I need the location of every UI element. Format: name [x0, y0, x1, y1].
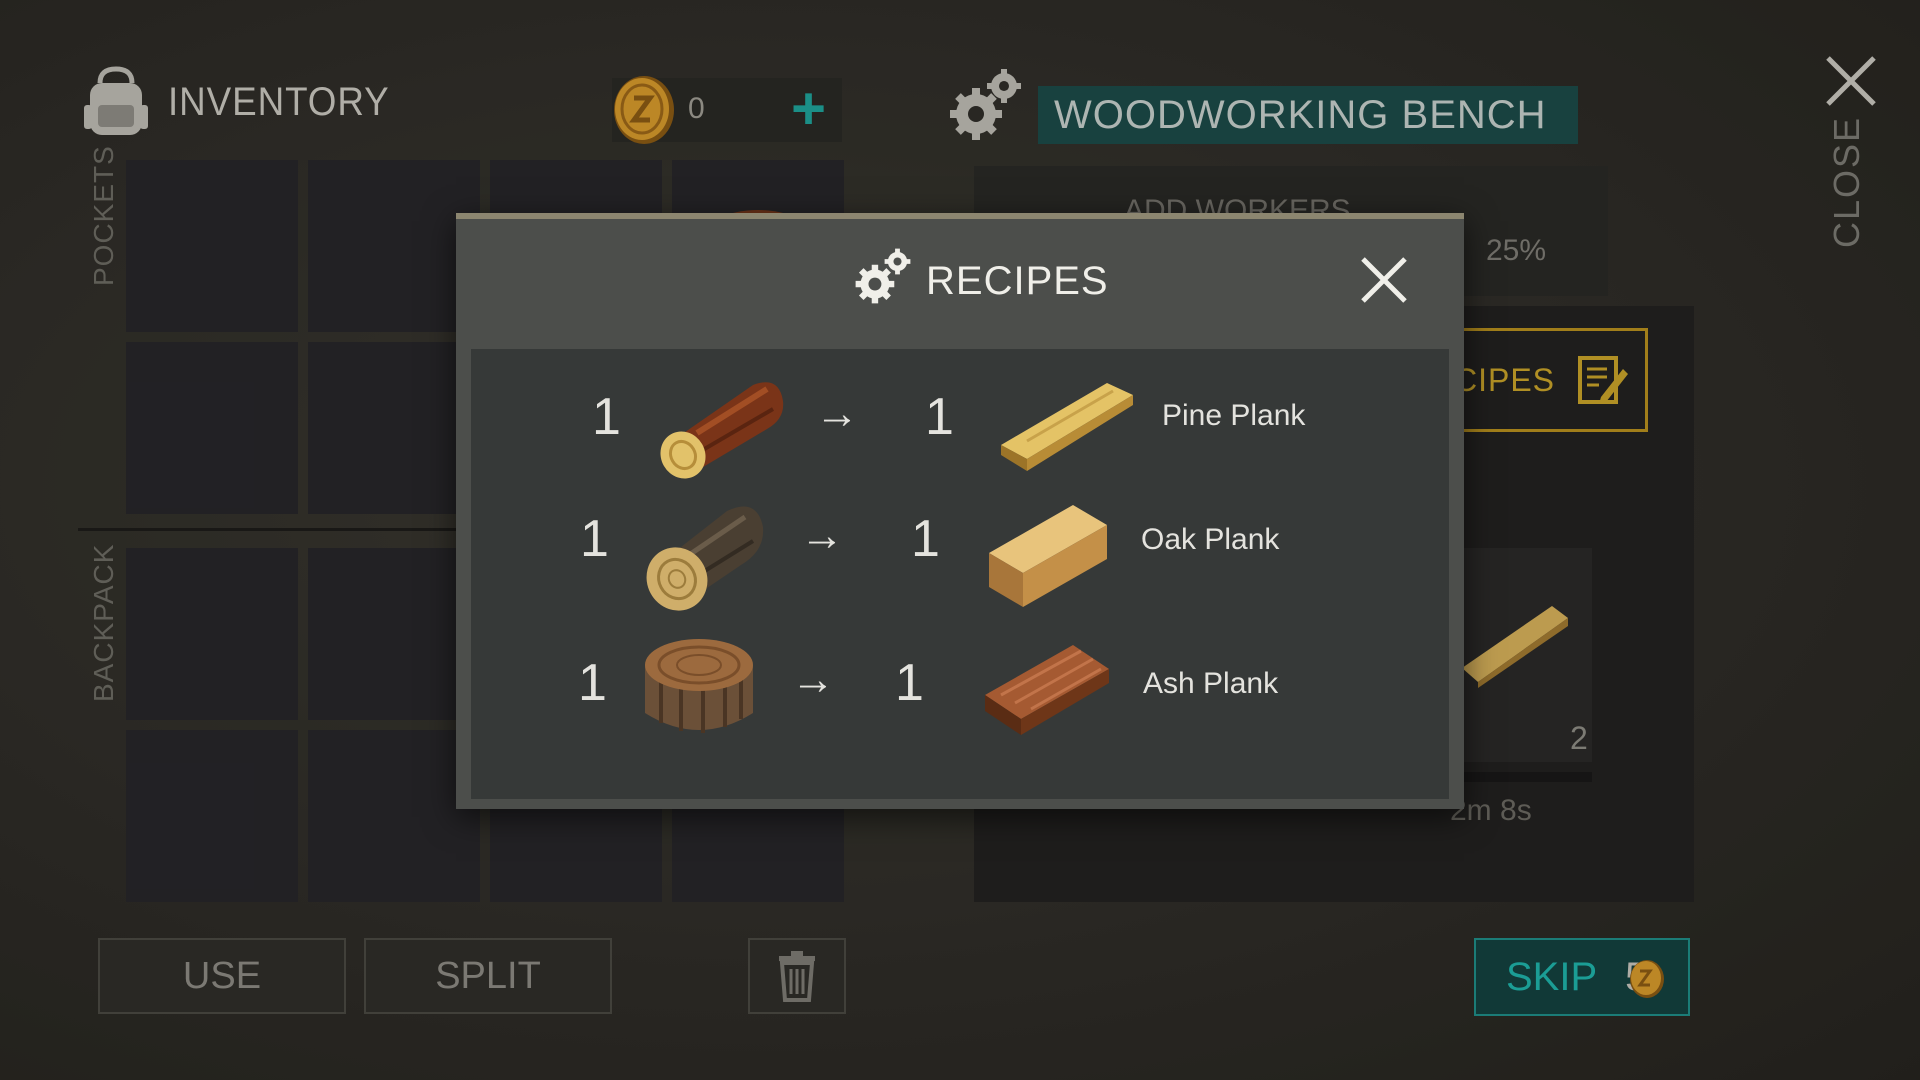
arrow-icon: → [791, 655, 835, 704]
ash-plank-icon [985, 645, 1109, 735]
output-quantity: 1 [895, 654, 924, 712]
gears-icon [855, 248, 911, 304]
pine-log-icon [660, 382, 784, 479]
recipes-modal: RECIPES 1 → 1 Pine Plank 1 → 1 Oak Plank… [456, 213, 1464, 809]
input-quantity: 1 [578, 654, 607, 712]
recipe-name: Ash Plank [1143, 667, 1279, 700]
recipe-row[interactable]: 1 → 1 Ash Plank [471, 635, 1449, 765]
recipe-name: Oak Plank [1141, 523, 1280, 556]
recipe-name: Pine Plank [1162, 399, 1306, 432]
modal-header: RECIPES [456, 219, 1464, 343]
oak-plank-icon [989, 505, 1107, 607]
recipes-list: 1 → 1 Pine Plank 1 → 1 Oak Plank 1 → 1 A… [471, 349, 1449, 799]
oak-log-icon [646, 506, 764, 611]
recipe-row[interactable]: 1 → 1 Pine Plank [471, 349, 1449, 479]
output-quantity: 1 [925, 388, 954, 446]
output-quantity: 1 [911, 510, 940, 568]
recipe-row[interactable]: 1 → 1 Oak Plank [471, 491, 1449, 621]
arrow-icon: → [800, 511, 844, 560]
pine-plank-icon [1001, 383, 1133, 471]
modal-title: RECIPES [926, 259, 1109, 303]
close-icon[interactable] [1359, 255, 1409, 305]
arrow-icon: → [815, 389, 859, 438]
ash-log-icon [645, 639, 753, 733]
input-quantity: 1 [592, 388, 621, 446]
game-screen: INVENTORY 0 + POCKETS BACKPACK USE SPLIT [0, 0, 1920, 1080]
input-quantity: 1 [580, 510, 609, 568]
